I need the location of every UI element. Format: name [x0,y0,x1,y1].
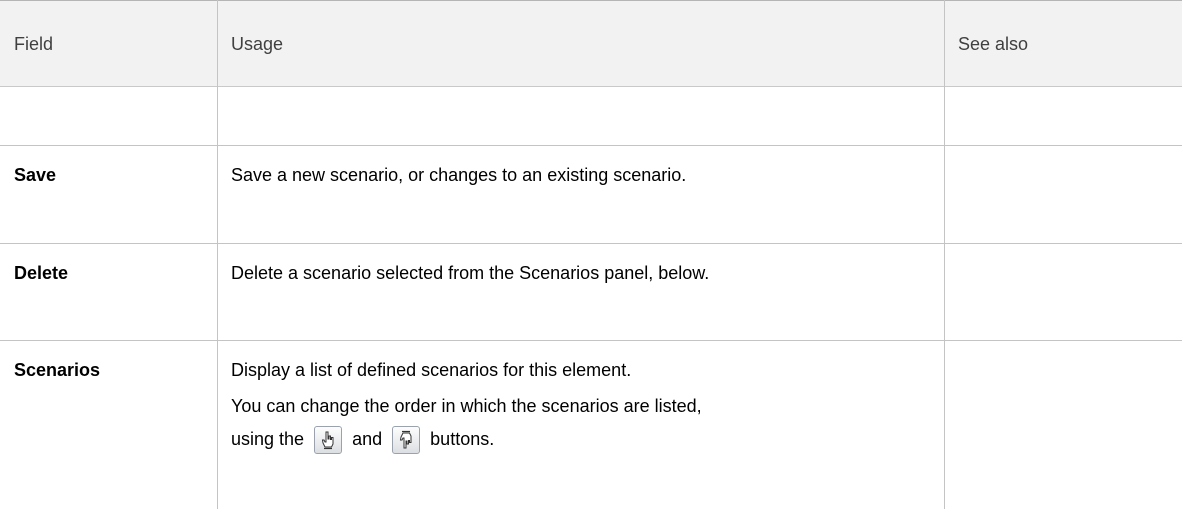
header-see-also: See also [958,33,1029,54]
hand-pointing-up-icon [314,426,343,455]
fields-table: Field Usage See also Save Save a new sce… [0,0,1182,509]
table-header-row: Field Usage See also [0,0,1182,87]
field-delete: Delete [14,263,69,283]
header-field: Field [14,33,54,54]
usage-scenarios-line-2: You can change the order in which the sc… [231,396,702,416]
usage-save: Save a new scenario, or changes to an ex… [231,165,687,185]
header-usage: Usage [231,33,284,54]
field-scenarios: Scenarios [14,360,101,380]
column-divider [944,0,945,509]
usage-scenarios: Display a list of defined scenarios for … [217,357,944,455]
usage-text-using-the: using the [231,429,305,449]
field-save: Save [14,165,57,185]
hand-pointing-down-icon [392,426,421,455]
row-divider [0,340,1182,341]
usage-scenarios-line-3: using the and buttons. [231,423,944,455]
usage-delete: Delete a scenario selected from the Scen… [231,263,710,283]
usage-text-buttons: buttons. [430,429,495,449]
usage-scenarios-line-1: Display a list of defined scenarios for … [231,360,632,380]
usage-text-and: and [352,429,383,449]
row-divider [0,243,1182,244]
row-divider [0,145,1182,146]
